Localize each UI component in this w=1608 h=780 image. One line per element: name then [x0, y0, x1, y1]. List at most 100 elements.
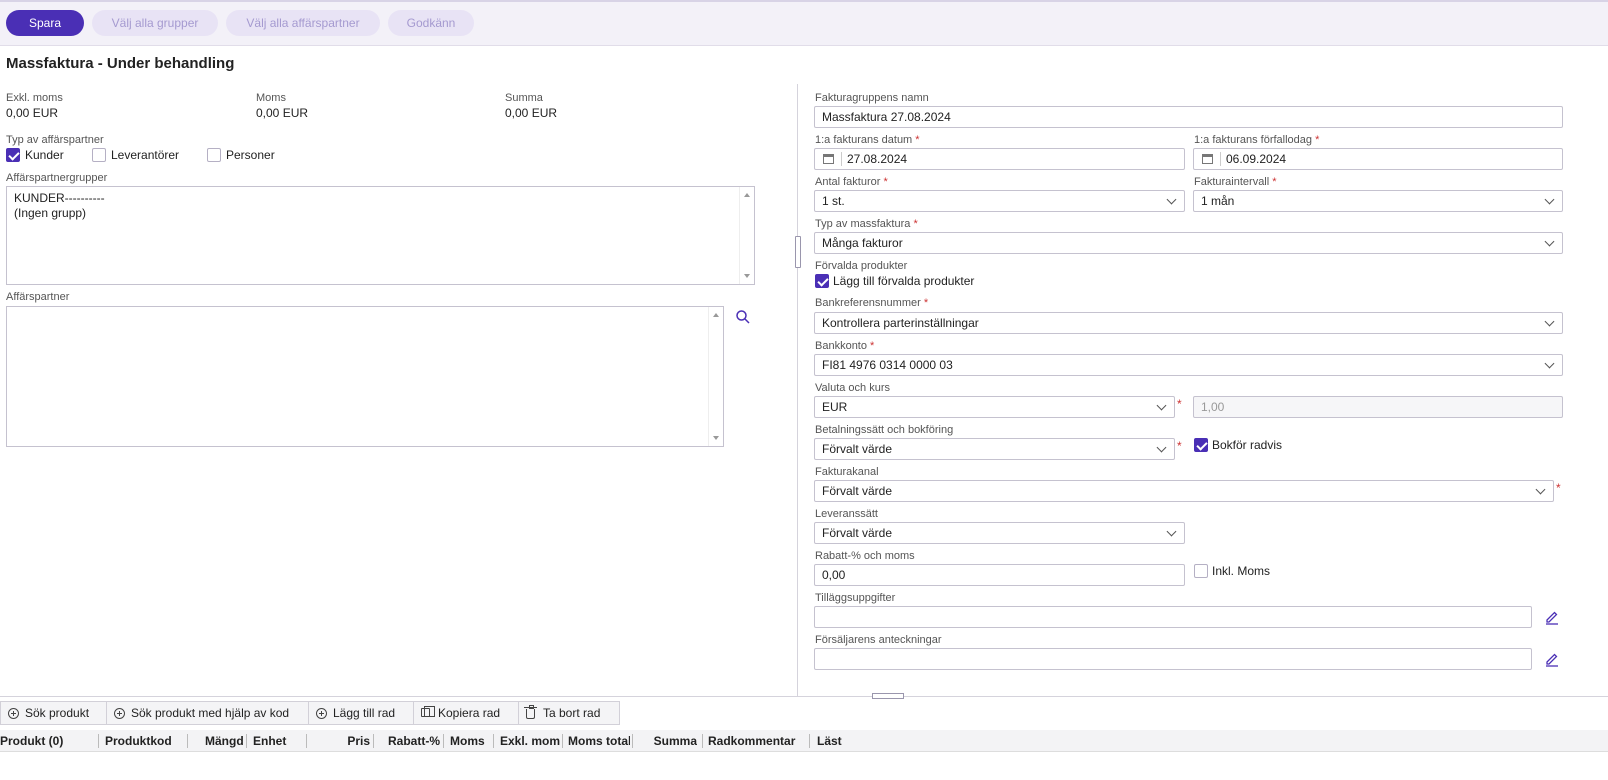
type-label: Typ av massfaktura * [815, 218, 918, 230]
column-header-unit[interactable]: Enhet [253, 730, 303, 752]
copy-row-button[interactable]: Kopiera rad [413, 701, 519, 725]
rate-input[interactable]: 1,00 [1193, 396, 1563, 418]
first-date-input[interactable]: 27.08.2024 [814, 148, 1185, 170]
required-marker: * [1177, 397, 1182, 411]
list-item[interactable]: KUNDER---------- [14, 191, 105, 205]
customers-checkbox[interactable] [6, 148, 20, 162]
partners-label: Affärspartner [6, 291, 70, 303]
required-marker: * [1177, 439, 1182, 453]
first-date-label: 1:a fakturans datum * [815, 134, 920, 146]
column-header-excl-vat[interactable]: Exkl. moms [500, 730, 560, 752]
excl-vat-label: Exkl. moms [6, 92, 63, 104]
payment-label: Betalningssätt och bokföring [815, 424, 954, 436]
approve-button[interactable]: Godkänn [388, 10, 474, 36]
column-header-sum[interactable]: Summa [636, 730, 697, 752]
select-all-groups-button[interactable]: Välj alla grupper [92, 10, 218, 36]
channel-label: Fakturakanal [815, 466, 879, 478]
column-header-price[interactable]: Pris [310, 730, 370, 752]
suppliers-label: Leverantörer [111, 148, 180, 162]
copy-icon [421, 706, 435, 717]
channel-select[interactable]: Förvalt värde [814, 480, 1554, 502]
seller-notes-label: Försäljarens anteckningar [815, 634, 942, 646]
count-select[interactable]: 1 st. [814, 190, 1185, 212]
add-row-button[interactable]: Lägg till rad [308, 701, 414, 725]
save-button[interactable]: Spara [6, 10, 84, 36]
horizontal-split-handle[interactable] [872, 693, 904, 699]
trash-icon [524, 705, 537, 719]
column-header-quantity[interactable]: Mängd [205, 730, 243, 752]
bankref-label: Bankreferensnummer * [815, 297, 929, 309]
bankref-select[interactable]: Kontrollera parterinställningar [814, 312, 1563, 334]
persons-label: Personer [226, 148, 275, 162]
incl-vat-label: Inkl. Moms [1212, 564, 1271, 578]
bankaccount-label: Bankkonto * [815, 340, 875, 352]
vat-label: Moms [256, 92, 286, 104]
suppliers-checkbox[interactable] [92, 148, 106, 162]
book-rows-checkbox[interactable] [1194, 438, 1208, 452]
excl-vat-value: 0,00 EUR [6, 106, 59, 120]
calendar-icon[interactable] [823, 154, 834, 164]
plus-circle-icon [114, 708, 125, 719]
bankaccount-select[interactable]: FI81 4976 0314 0000 03 [814, 354, 1563, 376]
select-all-partners-button[interactable]: Välj alla affärspartner [226, 10, 380, 36]
column-header-discount[interactable]: Rabatt-% [376, 730, 440, 752]
edit-icon[interactable] [1544, 609, 1560, 625]
plus-circle-icon [316, 708, 327, 719]
sum-label: Summa [505, 92, 543, 104]
discount-label: Rabatt-% och moms [815, 550, 915, 562]
book-rows-label: Bokför radvis [1212, 438, 1283, 452]
interval-select[interactable]: 1 mån [1193, 190, 1563, 212]
search-icon[interactable] [735, 309, 751, 325]
search-product-button[interactable]: Sök produkt [0, 701, 107, 725]
rows-grid-header: Produkt (0) Produktkod Mängd Enhet Pris … [0, 730, 1608, 752]
vat-value: 0,00 EUR [256, 106, 309, 120]
partner-groups-label: Affärspartnergrupper [6, 172, 108, 184]
sum-value: 0,00 EUR [505, 106, 558, 120]
currency-select[interactable]: EUR [814, 396, 1175, 418]
column-header-read[interactable]: Läst [817, 730, 857, 752]
calendar-icon[interactable] [1202, 154, 1213, 164]
delivery-label: Leveranssätt [815, 508, 878, 520]
scrollbar[interactable] [708, 307, 723, 446]
column-header-product-code[interactable]: Produktkod [105, 730, 185, 752]
top-toolbar: Spara Välj alla grupper Välj alla affärs… [0, 0, 1608, 46]
edit-icon[interactable] [1544, 651, 1560, 667]
default-products-label: Förvalda produkter [815, 260, 908, 272]
column-header-row-comment[interactable]: Radkommentar [708, 730, 804, 752]
list-item[interactable]: (Ingen grupp) [14, 206, 86, 220]
default-products-check-label: Lägg till förvalda produkter [833, 274, 975, 288]
group-name-input[interactable]: Massfaktura 27.08.2024 [814, 106, 1563, 128]
partner-groups-list[interactable]: KUNDER---------- (Ingen grupp) [6, 186, 755, 285]
group-name-label: Fakturagruppens namn [815, 92, 929, 104]
first-due-label: 1:a fakturans förfallodag * [1194, 134, 1320, 146]
partner-type-label: Typ av affärspartner [6, 134, 104, 146]
extra-info-input[interactable] [814, 606, 1532, 628]
payment-select[interactable]: Förvalt värde [814, 438, 1175, 460]
vertical-divider [797, 84, 798, 696]
delivery-select[interactable]: Förvalt värde [814, 522, 1185, 544]
partners-list[interactable] [6, 306, 724, 447]
required-marker: * [1556, 481, 1561, 495]
vertical-split-handle[interactable] [795, 236, 801, 268]
column-header-vat[interactable]: Moms [450, 730, 490, 752]
currency-label: Valuta och kurs [815, 382, 891, 394]
plus-circle-icon [8, 708, 19, 719]
first-due-input[interactable]: 06.09.2024 [1193, 148, 1563, 170]
count-label: Antal fakturor * [815, 176, 888, 188]
horizontal-divider [0, 696, 1608, 697]
persons-checkbox[interactable] [207, 148, 221, 162]
search-by-code-button[interactable]: Sök produkt med hjälp av kod [106, 701, 309, 725]
page-title: Massfaktura - Under behandling [6, 55, 235, 72]
column-header-vat-total[interactable]: Moms total [568, 730, 630, 752]
interval-label: Fakturaintervall * [1194, 176, 1277, 188]
incl-vat-checkbox[interactable] [1194, 564, 1208, 578]
delete-row-button[interactable]: Ta bort rad [518, 701, 620, 725]
default-products-checkbox[interactable] [815, 274, 829, 288]
seller-notes-input[interactable] [814, 648, 1532, 670]
type-select[interactable]: Många fakturor [814, 232, 1563, 254]
scrollbar[interactable] [739, 187, 754, 284]
column-header-product[interactable]: Produkt (0) [0, 730, 96, 752]
customers-label: Kunder [25, 148, 64, 162]
extra-info-label: Tilläggsuppgifter [815, 592, 896, 604]
discount-input[interactable]: 0,00 [814, 564, 1185, 586]
